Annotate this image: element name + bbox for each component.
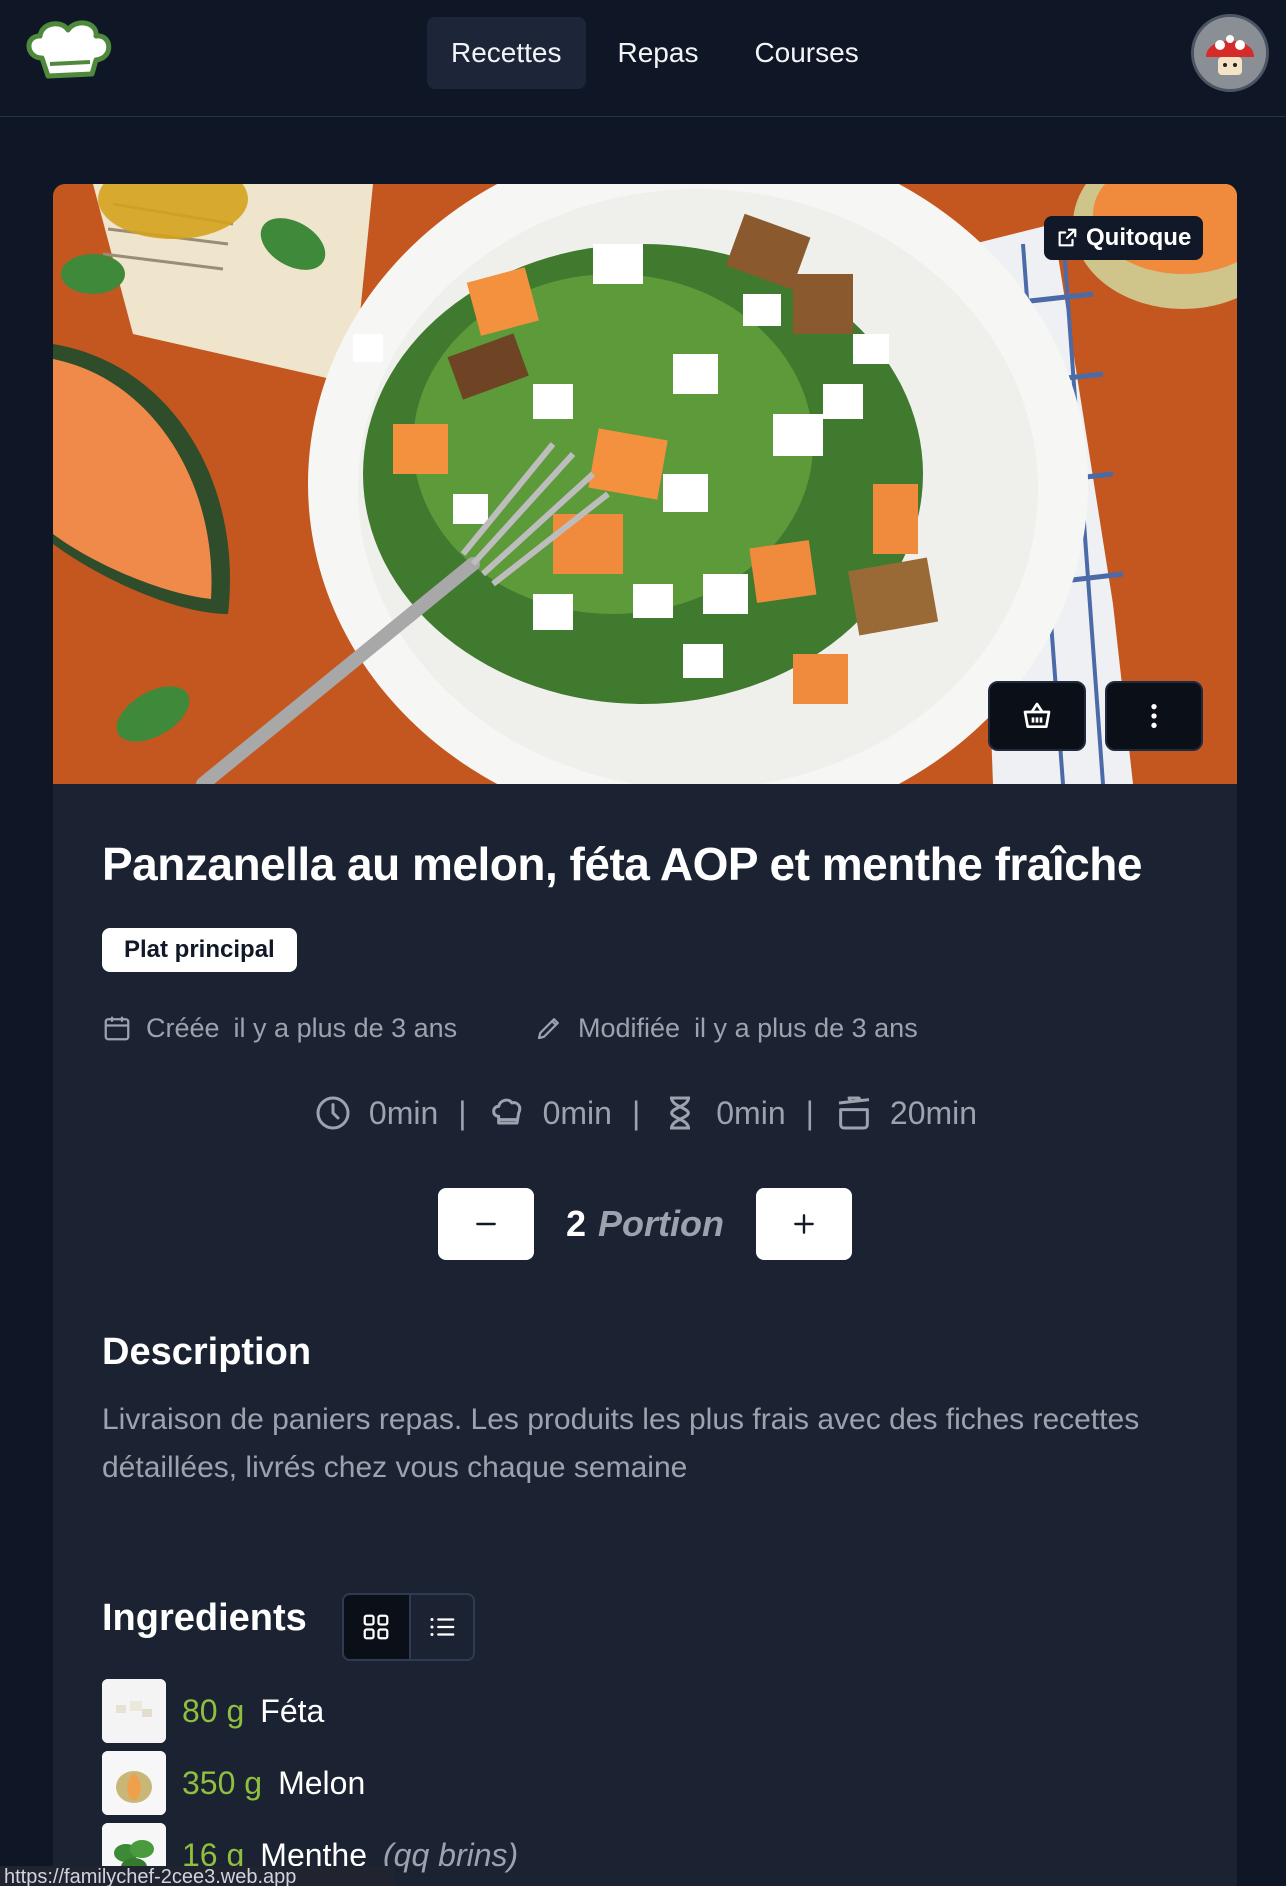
grid-view-button[interactable]: [344, 1595, 409, 1659]
portion-display: 2 Portion: [566, 1203, 724, 1245]
more-options-button[interactable]: [1105, 681, 1203, 751]
portion-unit: Portion: [598, 1203, 724, 1244]
ingredient-view-toggle: [342, 1593, 475, 1661]
rest-time: 0min: [716, 1094, 786, 1131]
ingredient-quantity: 350 g: [182, 1764, 263, 1801]
time-separator: |: [631, 1094, 641, 1131]
modified-label: Modifiée: [578, 1012, 681, 1043]
recipe-card: Quitoque Panzanella au melon, féta AOP e…: [53, 184, 1237, 1886]
top-navigation-bar: Recettes Repas Courses: [0, 0, 1286, 117]
portion-selector: 2 Portion: [53, 1188, 1237, 1260]
nav-tab-recettes[interactable]: Recettes: [427, 17, 586, 89]
vertical-dots-icon: [1151, 704, 1157, 728]
total-time: 0min: [368, 1094, 439, 1131]
prep-time: 0min: [542, 1094, 612, 1131]
clock-icon: [316, 1096, 350, 1130]
pencil-icon: [537, 1018, 559, 1040]
melon-thumbnail: [102, 1751, 166, 1815]
recipe-title: Panzanella au melon, féta AOP et menthe …: [102, 838, 1142, 890]
category-badge: Plat principal: [102, 928, 297, 972]
ingredient-name: Melon: [278, 1764, 366, 1801]
portion-count: 2: [565, 1203, 587, 1244]
user-avatar[interactable]: [1191, 14, 1269, 92]
plus-icon: [794, 1214, 814, 1234]
hourglass-icon: [670, 1096, 691, 1130]
modified-value: il y a plus de 3 ans: [694, 1012, 918, 1043]
external-link-icon: [1058, 228, 1077, 247]
created-date: Créée il y a plus de 3 ans: [102, 1010, 457, 1046]
list-view-button[interactable]: [408, 1595, 474, 1659]
decrease-portion-button[interactable]: [437, 1188, 534, 1260]
list-icon: [430, 1618, 455, 1636]
main-nav: Recettes Repas Courses: [427, 17, 883, 89]
add-to-basket-button[interactable]: [988, 681, 1086, 751]
feta-thumbnail: [102, 1679, 166, 1743]
nav-tab-repas[interactable]: Repas: [594, 17, 723, 89]
minus-icon: [476, 1222, 496, 1226]
chef-hat-icon: [491, 1098, 521, 1125]
increase-portion-button[interactable]: [756, 1188, 852, 1260]
ingredient-quantity: 80 g: [182, 1692, 245, 1729]
source-link-button[interactable]: Quitoque: [1044, 216, 1204, 260]
basket-icon: [1023, 702, 1051, 728]
time-separator: |: [805, 1094, 814, 1131]
time-summary: 0min | 0min | 0min | 20min: [53, 1093, 1237, 1133]
ingredient-note: (qq brins): [383, 1836, 519, 1873]
grid-icon: [363, 1614, 389, 1640]
calendar-icon: [104, 1016, 130, 1041]
created-label: Créée: [146, 1012, 220, 1043]
ingredients-heading: Ingredients: [102, 1597, 307, 1639]
description-text: Livraison de paniers repas. Les produits…: [102, 1403, 1140, 1484]
source-label: Quitoque: [1086, 224, 1192, 251]
recipe-photo: Quitoque: [53, 184, 1237, 784]
nav-tab-courses[interactable]: Courses: [730, 17, 882, 89]
ingredient-name: Féta: [260, 1692, 325, 1729]
ingredient-row: 80 g Féta: [102, 1679, 324, 1743]
time-separator: |: [458, 1094, 467, 1131]
description-heading: Description: [102, 1331, 312, 1373]
cook-time: 20min: [889, 1094, 978, 1131]
chef-hat-logo-icon[interactable]: [22, 18, 114, 88]
link-preview-statusbar: https://familychef-2cee3.web.app: [0, 1866, 395, 1886]
cooking-pot-icon: [838, 1096, 870, 1130]
created-value: il y a plus de 3 ans: [233, 1012, 458, 1043]
ingredient-row: 350 g Melon: [102, 1751, 365, 1815]
modified-date: Modifiée il y a plus de 3 ans: [534, 1010, 918, 1046]
